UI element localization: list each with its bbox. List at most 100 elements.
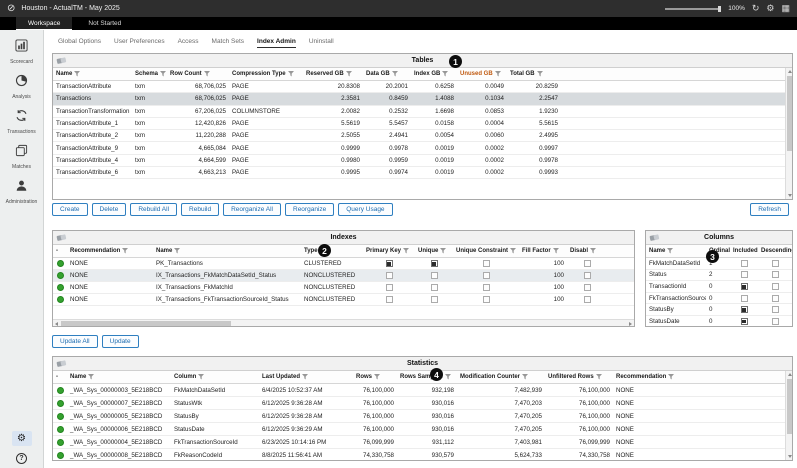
workspace-tab[interactable]: Workspace [16, 17, 73, 30]
table-row[interactable]: _WA_Sys_00000004_5E218BCD FkTransactionSo… [53, 436, 785, 449]
table-row[interactable]: TransactionAttribute_6 txm 4,663,213 PAGE 0.… [53, 167, 785, 180]
tab-access[interactable]: Access [178, 38, 199, 48]
clear-filters-icon[interactable] [56, 359, 67, 369]
column-header-recommendation[interactable]: Recommendation [613, 371, 693, 383]
checkbox[interactable] [771, 317, 779, 325]
column-header-index-gb[interactable]: Index GB [411, 68, 457, 80]
refresh-button[interactable]: Refresh [750, 203, 789, 216]
sidebar-item-scorecard[interactable]: Scorecard [0, 39, 43, 65]
scroll-down-icon[interactable] [786, 453, 792, 460]
checkbox[interactable] [740, 294, 748, 302]
table-row[interactable]: _WA_Sys_00000005_5E218BCD StatusBy 6/12/20… [53, 410, 785, 423]
zoom-slider[interactable] [665, 5, 722, 12]
column-header-blank[interactable]: - [53, 371, 67, 383]
sidebar-item-administration[interactable]: Administration [0, 179, 43, 205]
column-header-total-gb[interactable]: Total GB [507, 68, 561, 80]
column-header-unique-constraint[interactable]: Unique Constraint [453, 245, 519, 257]
checkbox[interactable] [583, 284, 591, 291]
rebuild-button[interactable]: Rebuild [181, 203, 220, 216]
column-header-recommendation[interactable]: Recommendation [67, 245, 153, 257]
table-row[interactable]: NONE IX_Transactions_FkMatchDataSetId_Sta… [53, 270, 634, 282]
table-row[interactable]: TransactionAttribute txm 68,706,025 PAGE 20.… [53, 81, 785, 94]
delete-button[interactable]: Delete [91, 203, 127, 216]
filter-icon[interactable] [440, 248, 447, 254]
sidebar-item-matches[interactable]: Matches [0, 144, 43, 170]
table-row[interactable]: TransactionAttribute_9 txm 4,665,084 PAGE 0.… [53, 142, 785, 155]
column-header-descending[interactable]: Descending [758, 245, 792, 257]
table-row[interactable]: FkTransactionSourceId0 [646, 292, 792, 305]
checkbox[interactable] [771, 306, 779, 314]
checkbox[interactable] [771, 282, 779, 290]
checkbox[interactable] [482, 284, 490, 291]
checkbox[interactable] [583, 296, 591, 303]
table-row[interactable]: TransactionTransformation txm 67,206,025 CO… [53, 105, 785, 118]
horizontal-scrollbar[interactable] [53, 319, 634, 326]
checkbox[interactable] [771, 259, 779, 267]
column-header-primary-key[interactable]: Primary Key [363, 245, 415, 257]
checkbox[interactable] [583, 272, 591, 279]
column-header-rows[interactable]: Rows [353, 371, 397, 383]
tab-match-sets[interactable]: Match Sets [212, 38, 245, 48]
scrollbar-thumb[interactable] [787, 379, 792, 434]
rebuild-all-button[interactable]: Rebuild All [130, 203, 178, 216]
filter-icon[interactable] [374, 374, 381, 380]
checkbox[interactable] [583, 260, 591, 267]
column-header-type[interactable]: Type [301, 245, 363, 257]
vertical-scrollbar[interactable] [785, 371, 792, 460]
filter-icon[interactable] [536, 71, 543, 77]
create-button[interactable]: Create [52, 203, 88, 216]
filter-icon[interactable] [444, 374, 451, 380]
checkbox[interactable] [482, 272, 490, 279]
column-header-name[interactable]: Name [646, 245, 706, 257]
table-row[interactable]: TransactionAttribute_4 txm 4,664,599 PAGE 0.… [53, 154, 785, 168]
filter-icon[interactable] [552, 248, 559, 254]
query-usage-button[interactable]: Query Usage [338, 203, 393, 216]
column-header-row-count[interactable]: Row Count [167, 68, 229, 80]
help-icon[interactable]: ? [16, 453, 27, 464]
filter-icon[interactable] [174, 248, 181, 254]
filter-icon[interactable] [522, 374, 528, 380]
scroll-up-icon[interactable] [786, 371, 792, 378]
column-header-unique[interactable]: Unique [415, 245, 453, 257]
checkbox[interactable] [385, 284, 393, 291]
vertical-scrollbar[interactable] [785, 68, 792, 199]
scroll-right-icon[interactable] [627, 320, 634, 326]
scroll-down-icon[interactable] [786, 192, 792, 199]
table-row[interactable]: FkMatchDataSetId 1 [646, 258, 792, 270]
checkbox[interactable] [430, 260, 438, 267]
settings-gear-button[interactable]: ⚙ [11, 431, 32, 446]
filter-icon[interactable] [302, 374, 309, 380]
scroll-left-icon[interactable] [53, 320, 60, 326]
column-header-disabl[interactable]: Disabl [567, 245, 607, 257]
checkbox[interactable] [771, 294, 779, 302]
column-header-modification-counter[interactable]: Modification Counter [457, 371, 545, 383]
tab-global-options[interactable]: Global Options [58, 38, 101, 48]
table-row[interactable]: Transactions txm 68,706,025 PAGE 2.3581 0.845… [53, 93, 785, 106]
apps-icon[interactable]: ▦ [781, 4, 790, 13]
checkbox[interactable] [740, 306, 748, 314]
column-header-schema[interactable]: Schema [132, 68, 167, 80]
column-header-included[interactable]: Included [730, 245, 758, 257]
table-row[interactable]: TransactionAttribute_2 txm 11,220,288 PAGE 2… [53, 130, 785, 143]
column-header-unused-gb[interactable]: Unused GB [457, 68, 507, 80]
filter-icon[interactable] [403, 248, 410, 254]
filter-icon[interactable] [160, 71, 167, 77]
scroll-up-icon[interactable] [786, 68, 792, 75]
clear-filters-icon[interactable] [649, 233, 660, 243]
filter-icon[interactable] [287, 71, 294, 77]
filter-icon[interactable] [88, 374, 95, 380]
column-header-name[interactable]: Name [53, 68, 132, 80]
checkbox[interactable] [385, 260, 393, 267]
filter-icon[interactable] [668, 374, 675, 380]
filter-icon[interactable] [442, 71, 449, 77]
checkbox[interactable] [430, 296, 438, 303]
checkbox[interactable] [740, 259, 748, 267]
tab-index-admin[interactable]: Index Admin [257, 38, 296, 48]
checkbox[interactable] [740, 317, 748, 325]
column-header-compression-type[interactable]: Compression Type [229, 68, 303, 80]
table-row[interactable]: StatusBy 0 [646, 304, 792, 316]
checkbox[interactable] [482, 296, 490, 303]
filter-icon[interactable] [494, 71, 501, 77]
table-row[interactable]: NONE PK_Transactions CLUSTERED 100 [53, 258, 634, 270]
column-header-name[interactable]: Name [153, 245, 301, 257]
